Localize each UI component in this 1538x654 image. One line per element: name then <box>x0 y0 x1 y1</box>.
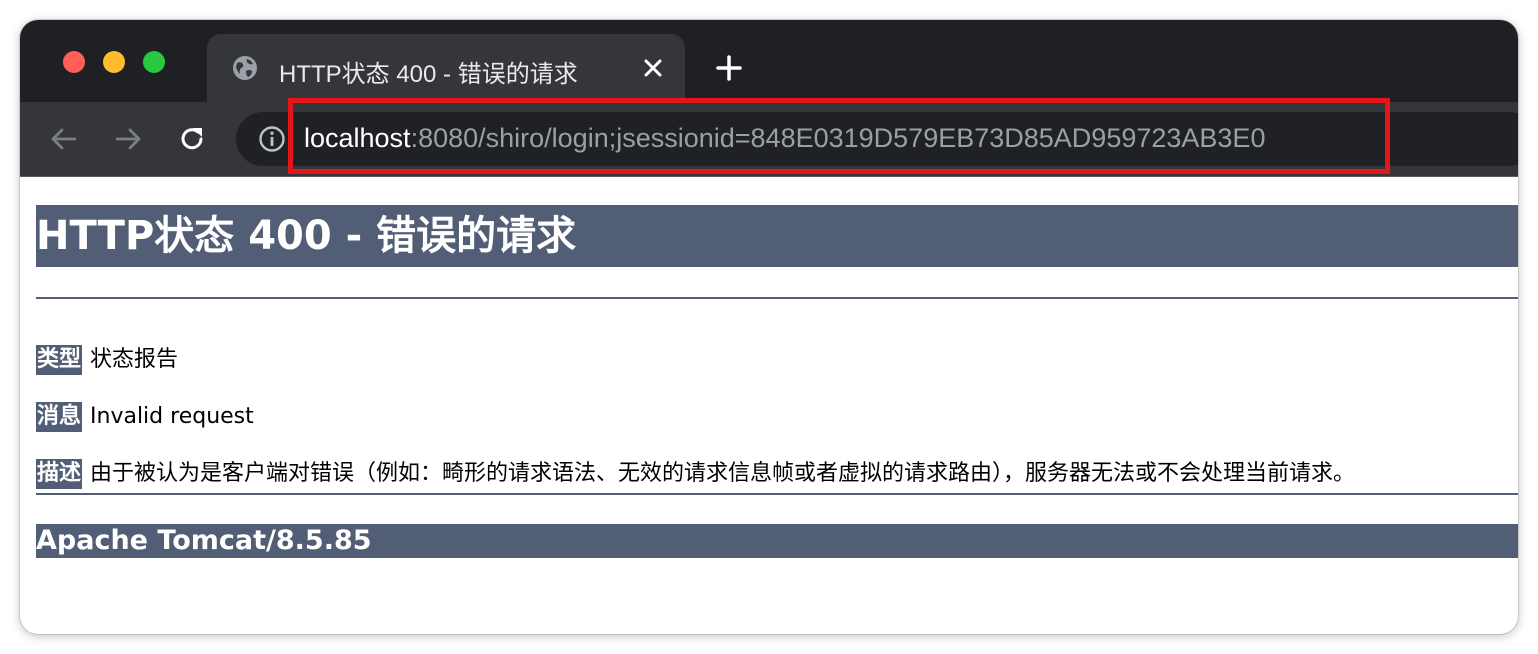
minimize-window-button[interactable] <box>103 51 125 73</box>
close-window-button[interactable] <box>63 51 85 73</box>
address-bar[interactable]: localhost:8080/shiro/login;jsessionid=84… <box>236 112 1518 166</box>
info-icon[interactable] <box>258 125 286 153</box>
divider <box>36 493 1518 495</box>
browser-toolbar: localhost:8080/shiro/login;jsessionid=84… <box>20 102 1518 177</box>
divider <box>36 297 1518 299</box>
page-content: HTTP状态 400 - 错误的请求 类型 状态报告 消息 Invalid requ… <box>36 177 1518 617</box>
row-label: 类型 <box>36 345 83 375</box>
url-host: localhost <box>304 123 411 153</box>
arrow-left-icon[interactable] <box>48 123 80 155</box>
row-value: 由于被认为是客户端对错误（例如：畸形的请求语法、无效的请求信息帧或者虚拟的请求路… <box>90 461 1356 486</box>
globe-icon <box>233 56 257 80</box>
row-label: 描述 <box>36 459 83 489</box>
page-title: HTTP状态 400 - 错误的请求 <box>36 205 1518 267</box>
arrow-right-icon[interactable] <box>112 123 144 155</box>
plus-icon[interactable] <box>714 53 744 83</box>
reload-icon[interactable] <box>176 123 208 155</box>
tab-active[interactable]: HTTP状态 400 - 错误的请求 <box>207 34 685 102</box>
info-row-type: 类型 状态报告 <box>36 345 178 375</box>
row-label: 消息 <box>36 402 83 432</box>
info-row-description: 描述 由于被认为是客户端对错误（例如：畸形的请求语法、无效的请求信息帧或者虚拟的请… <box>36 459 1355 489</box>
row-value: 状态报告 <box>90 347 179 372</box>
tab-title: HTTP状态 400 - 错误的请求 <box>279 61 578 88</box>
row-value: Invalid request <box>90 404 254 429</box>
url-text[interactable]: localhost:8080/shiro/login;jsessionid=84… <box>304 123 1265 154</box>
maximize-window-button[interactable] <box>143 51 165 73</box>
url-path: :8080/shiro/login;jsessionid=848E0319D57… <box>410 123 1266 153</box>
tab-strip: HTTP状态 400 - 错误的请求 <box>20 20 1518 102</box>
close-icon[interactable] <box>641 56 665 80</box>
info-row-message: 消息 Invalid request <box>36 402 254 432</box>
browser-window: HTTP状态 400 - 错误的请求 localhost:8080/shiro/… <box>20 20 1518 634</box>
server-footer: Apache Tomcat/8.5.85 <box>36 524 1518 558</box>
